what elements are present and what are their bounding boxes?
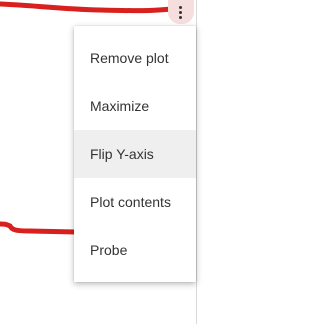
upper-trace xyxy=(0,1,175,14)
plot-menu-button[interactable] xyxy=(168,0,194,24)
menu-item-maximize[interactable]: Maximize xyxy=(74,82,196,130)
menu-item-remove-plot[interactable]: Remove plot xyxy=(74,34,196,82)
menu-item-plot-contents[interactable]: Plot contents xyxy=(74,178,196,226)
menu-item-flip-y-axis[interactable]: Flip Y-axis xyxy=(74,130,196,178)
lower-trace xyxy=(0,221,79,235)
kebab-vertical-icon xyxy=(179,4,183,21)
plot-options-menu: Remove plot Maximize Flip Y-axis Plot co… xyxy=(74,26,196,282)
panel-border xyxy=(196,0,197,324)
menu-item-probe[interactable]: Probe xyxy=(74,226,196,274)
